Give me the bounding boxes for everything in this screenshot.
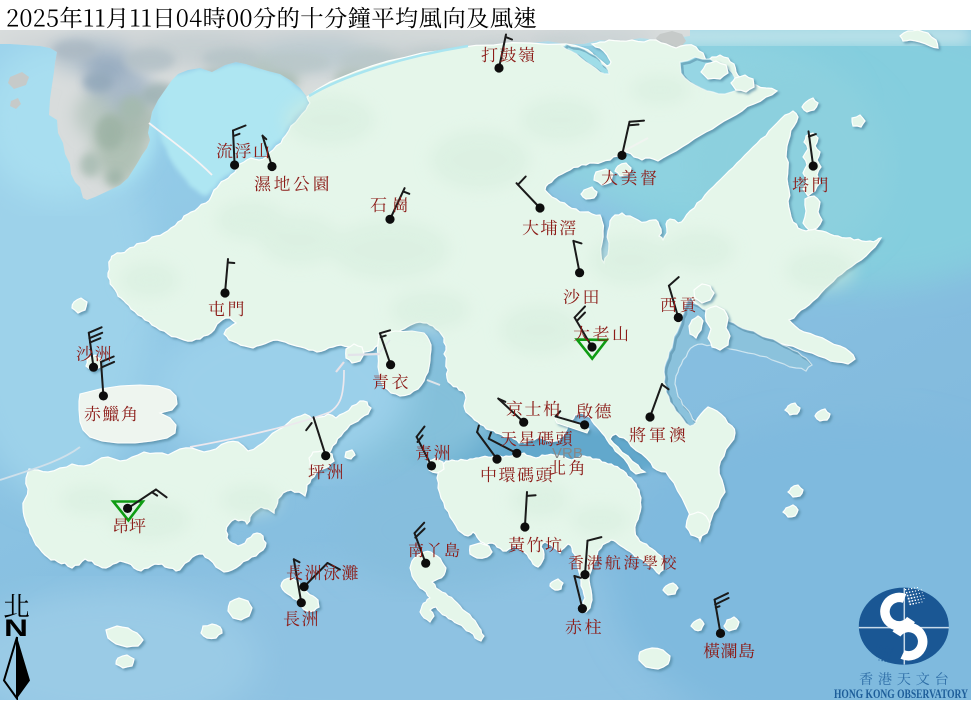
- svg-text:VRB: VRB: [552, 445, 583, 462]
- svg-text:HONG KONG OBSERVATORY: HONG KONG OBSERVATORY: [834, 687, 968, 700]
